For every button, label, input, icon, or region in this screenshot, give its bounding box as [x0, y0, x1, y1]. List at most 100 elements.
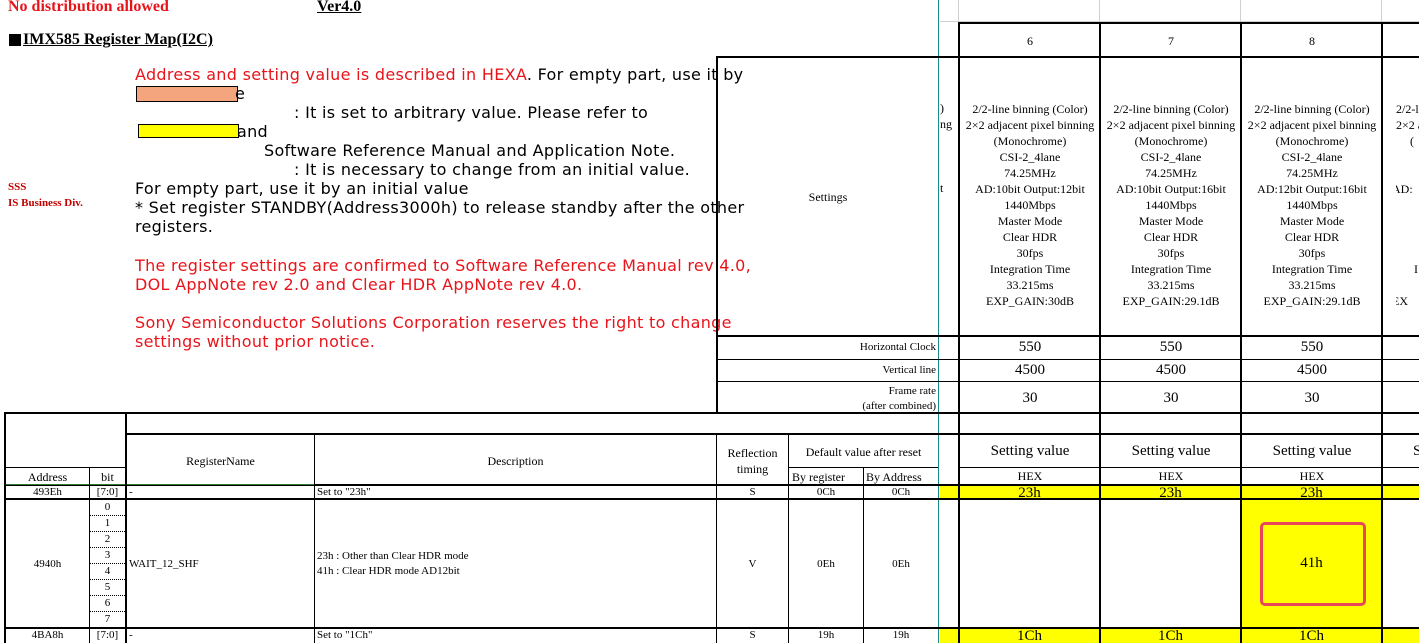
partial-col-text: ) — [940, 101, 944, 115]
note-line6: : It is necessary to change from an init… — [294, 160, 690, 179]
note-hexa-black: . For empty part, use it by — [526, 65, 744, 84]
highlight-cell — [940, 629, 958, 643]
header-timing: timing — [736, 462, 769, 476]
row-by-register: 19h — [817, 629, 835, 641]
value-4BA8-col6: 1Ch — [960, 629, 1099, 644]
setting-value-col9-partial: S — [1413, 443, 1419, 459]
bit-cell: 3 — [90, 547, 125, 563]
col-number-7: 7 — [1168, 34, 1174, 48]
note-line5: Software Reference Manual and Applicatio… — [264, 141, 676, 160]
orange-swatch — [136, 86, 238, 102]
highlight-cell — [1383, 629, 1419, 643]
frozen-pane-divider — [938, 0, 939, 643]
note-line13: settings without prior notice. — [135, 332, 376, 351]
settings-bottom-border — [717, 335, 1419, 337]
frame-rate-label: Frame rate — [888, 385, 936, 397]
value-4BA8-col8: 1Ch — [1242, 629, 1381, 644]
header-bit: bit — [101, 470, 114, 484]
hex-col7: HEX — [1158, 469, 1184, 483]
value-493E-col8: 23h — [1242, 486, 1381, 501]
v-line-col6: 4500 — [1015, 362, 1045, 378]
header-reflection: Reflection — [727, 446, 778, 460]
hex-split — [958, 467, 1419, 468]
mode-description-col7: 2/2-line binning (Color) 2×2 adjacent pix… — [1106, 102, 1236, 308]
note-line9: registers. — [135, 217, 214, 236]
row-reflection: S — [749, 486, 756, 498]
header-default-value: Default value after reset — [805, 445, 922, 459]
value-4BA8-col7: 1Ch — [1101, 629, 1240, 644]
mode-description-col9-partial: 2/2-l2×2 a( AD: I EX — [1396, 102, 1419, 308]
table-top-border — [4, 412, 1419, 414]
settings-label: Settings — [808, 190, 848, 204]
value-493E-col7: 23h — [1101, 486, 1240, 501]
header-by-register: By register — [792, 470, 845, 484]
gridline — [1240, 0, 1241, 22]
mode-description-col6: 2/2-line binning (Color) 2×2 adjacent pix… — [965, 102, 1095, 308]
note-line4: and — [237, 122, 269, 141]
table-subheader-border — [126, 433, 1419, 435]
value-493E-col6: 23h — [960, 486, 1099, 501]
row-description: Set to "1Ch" — [317, 629, 373, 641]
note-line8: * Set register STANDBY(Address3000h) to … — [135, 198, 745, 217]
header-address: Address — [27, 470, 68, 484]
note-line10: The register settings are confirmed to S… — [135, 256, 751, 275]
row-bit: [7:0] — [96, 629, 119, 641]
highlight-cell — [1383, 486, 1419, 498]
row-reflection: S — [749, 629, 756, 641]
frame-rate-col7: 30 — [1163, 390, 1179, 406]
row-description-line2: 41h : Clear HDR mode AD12bit — [317, 565, 460, 577]
setting-value-col8: Setting value — [1272, 443, 1352, 459]
note-line12: Sony Semiconductor Solutions Corporation… — [135, 313, 732, 332]
partial-col-text: ng — [940, 117, 952, 131]
row-by-address: 0Eh — [892, 558, 910, 570]
note-line7: For empty part, use it by an initial val… — [135, 179, 469, 198]
note-line3: : It is set to arbitrary value. Please r… — [294, 103, 649, 122]
table-col-border — [125, 412, 127, 643]
bit-cell: 4 — [90, 563, 125, 579]
header-description: Description — [487, 454, 544, 468]
bit-cell: 1 — [90, 515, 125, 531]
col-number-6: 6 — [1027, 34, 1033, 48]
table-row: 4BA8h — [31, 629, 64, 641]
row-by-register: 0Eh — [817, 558, 835, 570]
partial-col-text: t — [940, 181, 944, 195]
note-hexa: Address and setting value is described i… — [135, 65, 743, 84]
hclock-bottom-border — [717, 359, 1419, 360]
v-line-col7: 4500 — [1156, 362, 1186, 378]
col-number-row-top — [958, 22, 1419, 24]
header-register-name: RegisterName — [186, 454, 255, 468]
frame-rate-col8: 30 — [1304, 390, 1320, 406]
org-line-2: IS Business Div. — [8, 197, 83, 209]
address-header-split — [4, 467, 126, 468]
v-line-col8: 4500 — [1297, 362, 1327, 378]
org-line-1: SSS — [8, 181, 27, 193]
note-line11: DOL AppNote rev 2.0 and Clear HDR AppNot… — [135, 275, 583, 294]
row-by-address: 19h — [892, 629, 910, 641]
setting-value-col7: Setting value — [1131, 443, 1211, 459]
row-register-name: - — [129, 629, 133, 641]
bit-cell: 6 — [90, 595, 125, 611]
bit-cell: 5 — [90, 579, 125, 595]
note-line2: e — [235, 84, 246, 103]
vline-bottom-border — [717, 381, 1419, 382]
col-number-8: 8 — [1309, 34, 1315, 48]
settings-top-border — [717, 56, 1419, 58]
row1-bottom-border — [4, 498, 1419, 500]
row-register-name: - — [129, 486, 133, 498]
hex-col6: HEX — [1017, 469, 1043, 483]
page-title: IMX585 Register Map(I2C) — [23, 31, 213, 48]
row-by-address: 0Ch — [891, 486, 911, 498]
gridline — [1381, 0, 1382, 22]
vertical-line-label: Vertical line — [882, 364, 936, 376]
gridline — [1099, 0, 1100, 22]
yellow-swatch — [138, 124, 239, 138]
bit-cell: 7 — [90, 611, 125, 627]
frame-rate-sublabel: (after combined) — [862, 400, 936, 412]
row-description-line1: 23h : Other than Clear HDR mode — [317, 550, 469, 562]
h-clock-col6: 550 — [1018, 339, 1042, 355]
frame-rate-col6: 30 — [1022, 390, 1038, 406]
row-register-name: WAIT_12_SHF — [129, 558, 199, 570]
no-distribution-label: No distribution allowed — [8, 0, 169, 15]
h-clock-col7: 550 — [1159, 339, 1183, 355]
version-label: Ver4.0 — [317, 0, 362, 15]
